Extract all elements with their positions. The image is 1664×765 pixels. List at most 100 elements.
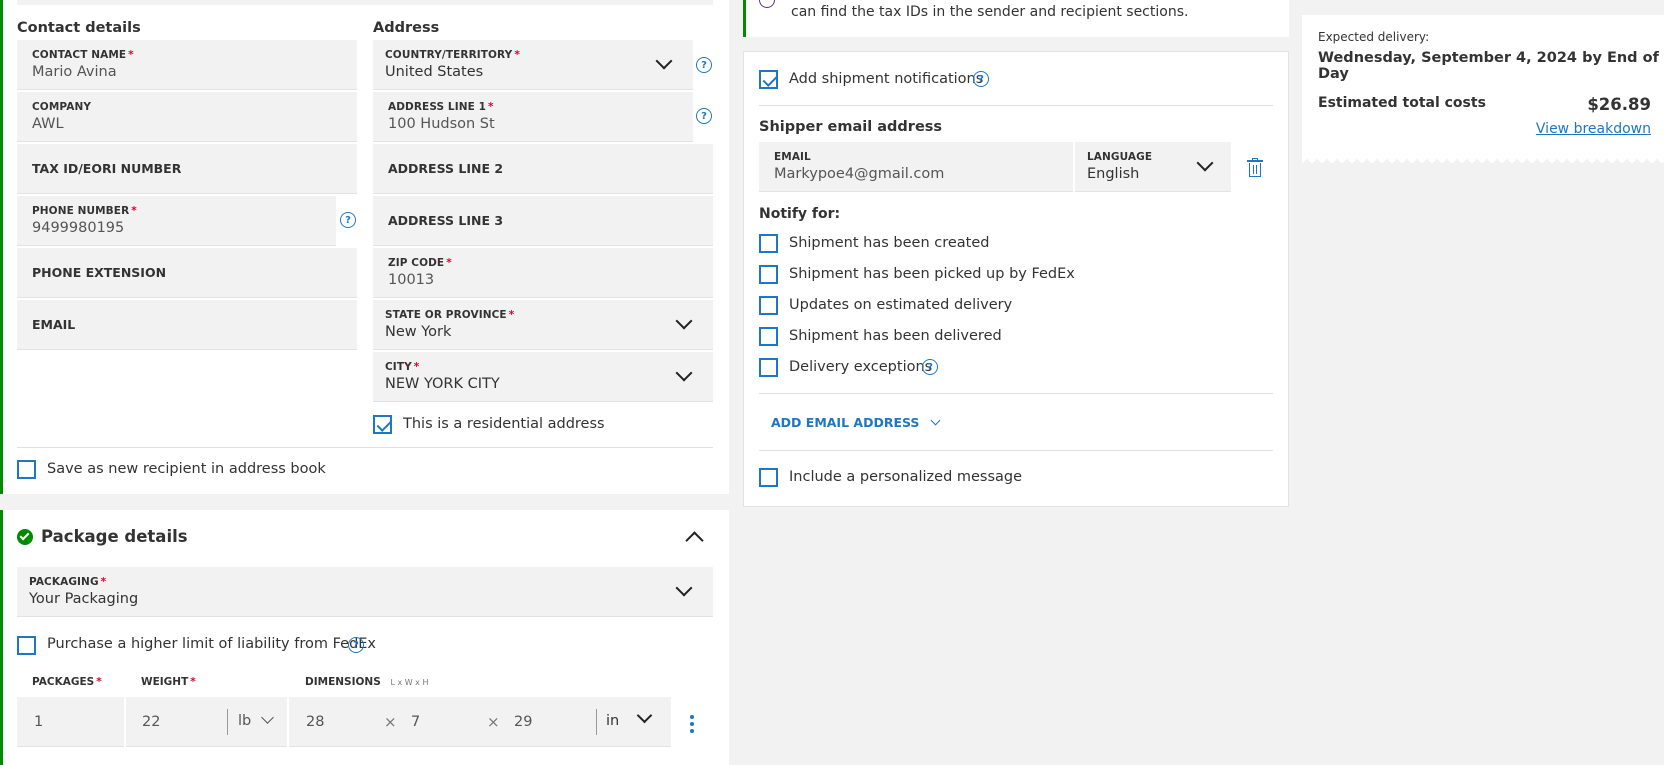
liability-help-icon[interactable]: ? [348,637,364,653]
notify-for-heading: Notify for: [759,206,841,222]
phone-help-icon[interactable]: ? [340,212,356,228]
contact-email-field[interactable]: EMAIL [17,300,357,350]
shipper-email-label: EMAIL [774,151,811,163]
chevron-down-icon [675,579,693,597]
zip-code-field[interactable]: ZIP CODE * 10013 [373,248,713,298]
country-select[interactable]: COUNTRY/TERRITORY * United States [373,40,693,90]
tax-notice-text: can find the tax IDs in the sender and r… [791,4,1189,20]
company-value: AWL [32,116,64,132]
packages-label: PACKAGES * [32,676,102,688]
tax-id-label: TAX ID/EORI NUMBER [32,161,182,176]
width-value: 7 [411,714,421,730]
address-line2-field[interactable]: ADDRESS LINE 2 [373,144,713,194]
packaging-label: PACKAGING [29,576,99,588]
address-line1-label: ADDRESS LINE 1 [388,101,487,113]
city-label: CITY [385,361,412,373]
phone-extension-label: PHONE EXTENSION [32,265,167,280]
more-options-icon[interactable] [690,715,694,733]
dimensions-input[interactable]: 28 × 7 × 29 in [289,697,671,747]
save-recipient-label: Save as new recipient in address book [47,461,326,477]
add-notifications-label: Add shipment notifications [789,71,984,87]
shipper-email-heading: Shipper email address [759,119,943,135]
country-help-icon[interactable]: ? [696,57,712,73]
phone-label: PHONE NUMBER [32,205,130,217]
contact-name-label: CONTACT NAME [32,49,127,61]
phone-extension-field[interactable]: PHONE EXTENSION [17,248,357,298]
weight-unit-select[interactable]: lb [238,713,251,729]
trash-icon[interactable] [1247,158,1263,177]
city-select[interactable]: CITY * NEW YORK CITY [373,352,713,402]
collapse-chevron-up-icon[interactable] [685,531,704,550]
expected-delivery-label: Expected delivery: [1318,30,1430,44]
address-line3-field[interactable]: ADDRESS LINE 3 [373,196,713,246]
shipper-email-field[interactable]: EMAIL Markypoe4@gmail.com [759,142,1073,192]
personalized-message-label: Include a personalized message [789,469,1023,485]
notifications-help-icon[interactable]: ? [973,71,989,87]
dimensions-label: DIMENSIONS L x W x H [305,676,429,688]
chevron-down-icon [675,364,693,382]
language-label: LANGUAGE [1087,151,1153,163]
contact-name-field[interactable]: CONTACT NAME * Mario Avina [17,40,357,90]
view-breakdown-link[interactable]: View breakdown [1536,121,1651,137]
expected-delivery-value: Wednesday, September 4, 2024 by End of D… [1318,50,1659,82]
notify-estimated-delivery-checkbox[interactable] [759,296,778,315]
residential-checkbox[interactable] [373,415,392,434]
country-label: COUNTRY/TERRITORY [385,49,513,61]
notifications-panel: Add shipment notifications ? Shipper ema… [743,51,1289,507]
contact-email-label: EMAIL [32,317,76,332]
exceptions-help-icon[interactable]: ? [922,359,938,375]
address-line1-field[interactable]: ADDRESS LINE 1 * 100 Hudson St [373,92,693,142]
personalized-message-checkbox[interactable] [759,468,778,487]
divider [17,447,713,448]
packaging-select[interactable]: PACKAGING * Your Packaging [17,567,713,617]
contact-name-value: Mario Avina [32,64,117,80]
zip-code-label: ZIP CODE [388,257,445,269]
company-label: COMPANY [32,101,92,113]
address-help-icon[interactable]: ? [696,108,712,124]
city-value: NEW YORK CITY [385,376,500,392]
address-line2-label: ADDRESS LINE 2 [388,161,504,176]
weight-label: WEIGHT * [141,676,196,688]
chevron-down-icon [930,415,941,426]
dimension-unit-select[interactable]: in [606,713,619,729]
packaging-value: Your Packaging [29,591,139,607]
company-field[interactable]: COMPANY AWL [17,92,357,142]
check-circle-icon [17,529,33,545]
chevron-down-icon [636,707,653,724]
phone-field[interactable]: PHONE NUMBER * 9499980195 [17,196,336,246]
height-value: 29 [514,714,533,730]
notify-picked-up-checkbox[interactable] [759,265,778,284]
address-heading: Address [373,20,440,36]
weight-input[interactable]: 22 lb [126,697,287,747]
divider [759,450,1273,451]
total-cost-label: Estimated total costs [1318,95,1486,111]
notify-exceptions-checkbox[interactable] [759,358,778,377]
notify-estimated-delivery-label: Updates on estimated delivery [789,297,1013,313]
recipient-panel: Contact details Address CONTACT NAME * Ma… [0,0,729,494]
notify-created-checkbox[interactable] [759,234,778,253]
chevron-down-icon [675,312,693,330]
state-select[interactable]: STATE OR PROVINCE * New York [373,300,713,350]
dimensions-hint: L x W x H [390,678,429,687]
residential-label: This is a residential address [403,416,605,432]
notify-exceptions-label: Delivery exceptions [789,359,933,375]
language-select[interactable]: LANGUAGE English [1075,142,1231,192]
package-details-panel: Package details PACKAGING * Your Packagin… [0,510,729,765]
state-label: STATE OR PROVINCE [385,309,507,321]
address-line1-value: 100 Hudson St [388,116,495,132]
tax-id-field[interactable]: TAX ID/EORI NUMBER [17,144,357,194]
summary-card: Expected delivery: Wednesday, September … [1302,15,1664,163]
notify-delivered-checkbox[interactable] [759,327,778,346]
section-status-bar [0,0,3,494]
package-details-heading: Package details [41,527,188,546]
divider [759,393,1273,394]
notify-picked-up-label: Shipment has been picked up by FedEx [789,266,1075,282]
tax-notice-panel: can find the tax IDs in the sender and r… [743,0,1289,37]
save-recipient-checkbox[interactable] [17,460,36,479]
state-value: New York [385,324,452,340]
packages-input[interactable]: 1 [17,697,124,747]
add-notifications-checkbox[interactable] [759,70,778,89]
add-email-address-button[interactable]: ADD EMAIL ADDRESS [771,415,941,430]
liability-checkbox[interactable] [17,636,36,655]
notify-delivered-label: Shipment has been delivered [789,328,1002,344]
